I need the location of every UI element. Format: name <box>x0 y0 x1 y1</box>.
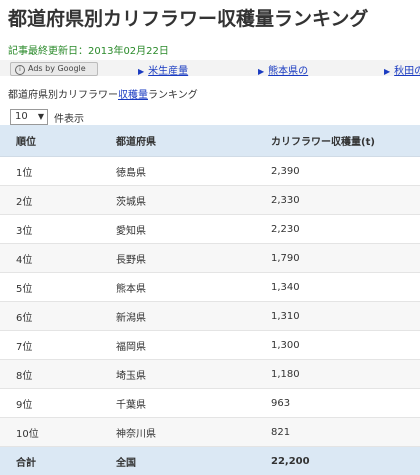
triangle-right-icon: ▶ <box>138 67 144 76</box>
prefecture-cell: 新潟県 <box>116 302 271 331</box>
last-updated-date: 記事最終更新日：2013年02月22日 <box>8 42 169 57</box>
harvest-cell: 1,310 <box>271 302 420 331</box>
table-total-row: 合計 全国 22,200 <box>0 447 420 475</box>
rank-cell: 1位 <box>0 157 116 186</box>
harvest-cell: 821 <box>271 418 420 447</box>
harvest-cell: 963 <box>271 389 420 418</box>
table-row: 7位福岡県1,300 <box>0 331 420 360</box>
ad-link-1[interactable]: ▶ 米生産量 <box>138 62 188 77</box>
rank-cell: 2位 <box>0 186 116 215</box>
column-header-rank[interactable]: 順位 <box>0 125 116 157</box>
breadcrumb-link[interactable]: 収穫量 <box>118 90 148 101</box>
ad-link-3[interactable]: ▶ 秋田の <box>384 62 420 77</box>
page-size-select[interactable]: 10 ▼ <box>10 109 48 125</box>
total-label-cell: 合計 <box>0 447 116 475</box>
harvest-cell: 1,340 <box>271 273 420 302</box>
harvest-cell: 2,330 <box>271 186 420 215</box>
page-size-value: 10 <box>15 110 28 124</box>
prefecture-cell: 徳島県 <box>116 157 271 186</box>
column-header-prefecture[interactable]: 都道府県 <box>116 125 271 157</box>
prefecture-cell: 愛知県 <box>116 215 271 244</box>
prefecture-cell: 千葉県 <box>116 389 271 418</box>
rank-cell: 6位 <box>0 302 116 331</box>
table-row: 2位茨城県2,330 <box>0 186 420 215</box>
page-title: 都道府県別カリフラワー収穫量ランキング <box>8 4 368 31</box>
prefecture-cell: 茨城県 <box>116 186 271 215</box>
ads-badge-label: Ads by Google <box>28 64 86 73</box>
table-row: 4位長野県1,790 <box>0 244 420 273</box>
page-size-label: 件表示 <box>54 110 84 125</box>
chevron-down-icon: ▼ <box>38 110 44 124</box>
ads-by-google-button[interactable]: iAds by Google <box>10 62 98 76</box>
prefecture-cell: 福岡県 <box>116 331 271 360</box>
rank-cell: 4位 <box>0 244 116 273</box>
table-row: 5位熊本県1,340 <box>0 273 420 302</box>
table-row: 6位新潟県1,310 <box>0 302 420 331</box>
total-value-cell: 22,200 <box>271 447 420 475</box>
prefecture-cell: 熊本県 <box>116 273 271 302</box>
rank-cell: 7位 <box>0 331 116 360</box>
total-region-cell: 全国 <box>116 447 271 475</box>
triangle-right-icon: ▶ <box>258 67 264 76</box>
info-icon: i <box>15 65 25 75</box>
table-row: 3位愛知県2,230 <box>0 215 420 244</box>
breadcrumb: 都道府県別カリフラワー収穫量ランキング <box>8 86 198 101</box>
table-row: 1位徳島県2,390 <box>0 157 420 186</box>
ranking-table: 順位 都道府県 カリフラワー収穫量(t) 1位徳島県2,390 2位茨城県2,3… <box>0 125 420 475</box>
breadcrumb-suffix: ランキング <box>148 90 198 101</box>
ad-link-label: 秋田の <box>394 66 420 77</box>
harvest-cell: 1,180 <box>271 360 420 389</box>
rank-cell: 5位 <box>0 273 116 302</box>
table-row: 8位埼玉県1,180 <box>0 360 420 389</box>
prefecture-cell: 神奈川県 <box>116 418 271 447</box>
table-row: 10位神奈川県821 <box>0 418 420 447</box>
harvest-cell: 1,300 <box>271 331 420 360</box>
rank-cell: 9位 <box>0 389 116 418</box>
harvest-cell: 2,230 <box>271 215 420 244</box>
prefecture-cell: 長野県 <box>116 244 271 273</box>
harvest-cell: 2,390 <box>271 157 420 186</box>
harvest-cell: 1,790 <box>271 244 420 273</box>
rank-cell: 3位 <box>0 215 116 244</box>
breadcrumb-prefix: 都道府県別カリフラワー <box>8 90 118 101</box>
ad-link-label: 熊本県の <box>268 66 308 77</box>
ad-link-label: 米生産量 <box>148 66 188 77</box>
triangle-right-icon: ▶ <box>384 67 390 76</box>
rank-cell: 10位 <box>0 418 116 447</box>
column-header-harvest[interactable]: カリフラワー収穫量(t) <box>271 125 420 157</box>
table-header-row: 順位 都道府県 カリフラワー収穫量(t) <box>0 125 420 157</box>
ad-link-2[interactable]: ▶ 熊本県の <box>258 62 308 77</box>
rank-cell: 8位 <box>0 360 116 389</box>
prefecture-cell: 埼玉県 <box>116 360 271 389</box>
table-row: 9位千葉県963 <box>0 389 420 418</box>
